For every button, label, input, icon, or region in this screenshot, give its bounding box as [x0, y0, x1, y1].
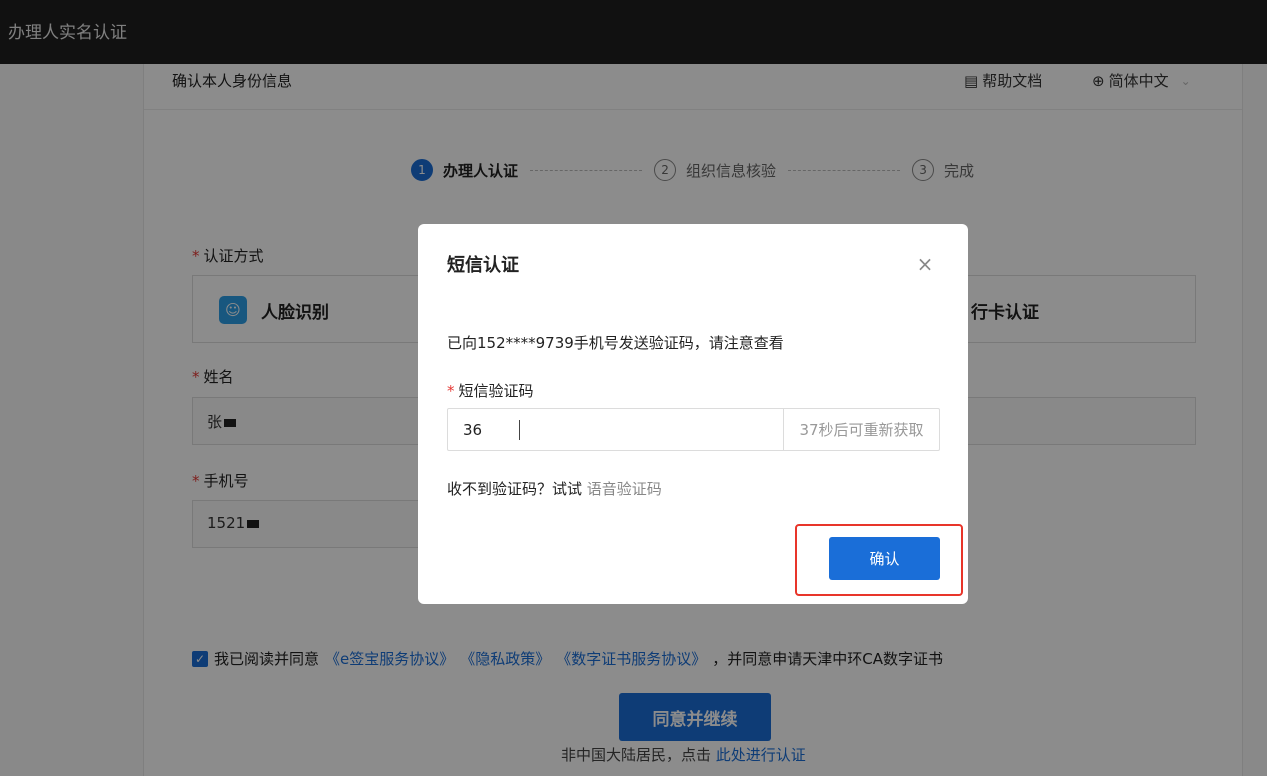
- voice-code-link[interactable]: 语音验证码: [587, 480, 662, 498]
- sms-code-value: 36: [463, 421, 483, 439]
- no-code-hint: 收不到验证码？试试 语音验证码: [447, 478, 662, 499]
- sms-code-input[interactable]: 36 37秒后可重新获取: [447, 408, 940, 451]
- code-label-text: 短信验证码: [458, 382, 534, 400]
- code-label: * 短信验证码: [447, 380, 534, 401]
- close-icon[interactable]: ×: [915, 254, 935, 274]
- dialog-title: 短信认证: [447, 255, 519, 276]
- text-cursor: [519, 420, 520, 440]
- resend-countdown[interactable]: 37秒后可重新获取: [783, 409, 939, 450]
- sms-sent-message: 已向152****9739手机号发送验证码，请注意查看: [447, 334, 784, 352]
- required-mark: *: [447, 382, 455, 400]
- confirm-button[interactable]: 确认: [829, 537, 940, 580]
- no-code-text: 收不到验证码？试试: [447, 480, 583, 498]
- sms-dialog: 短信认证 × 已向152****9739手机号发送验证码，请注意查看 * 短信验证…: [418, 224, 968, 604]
